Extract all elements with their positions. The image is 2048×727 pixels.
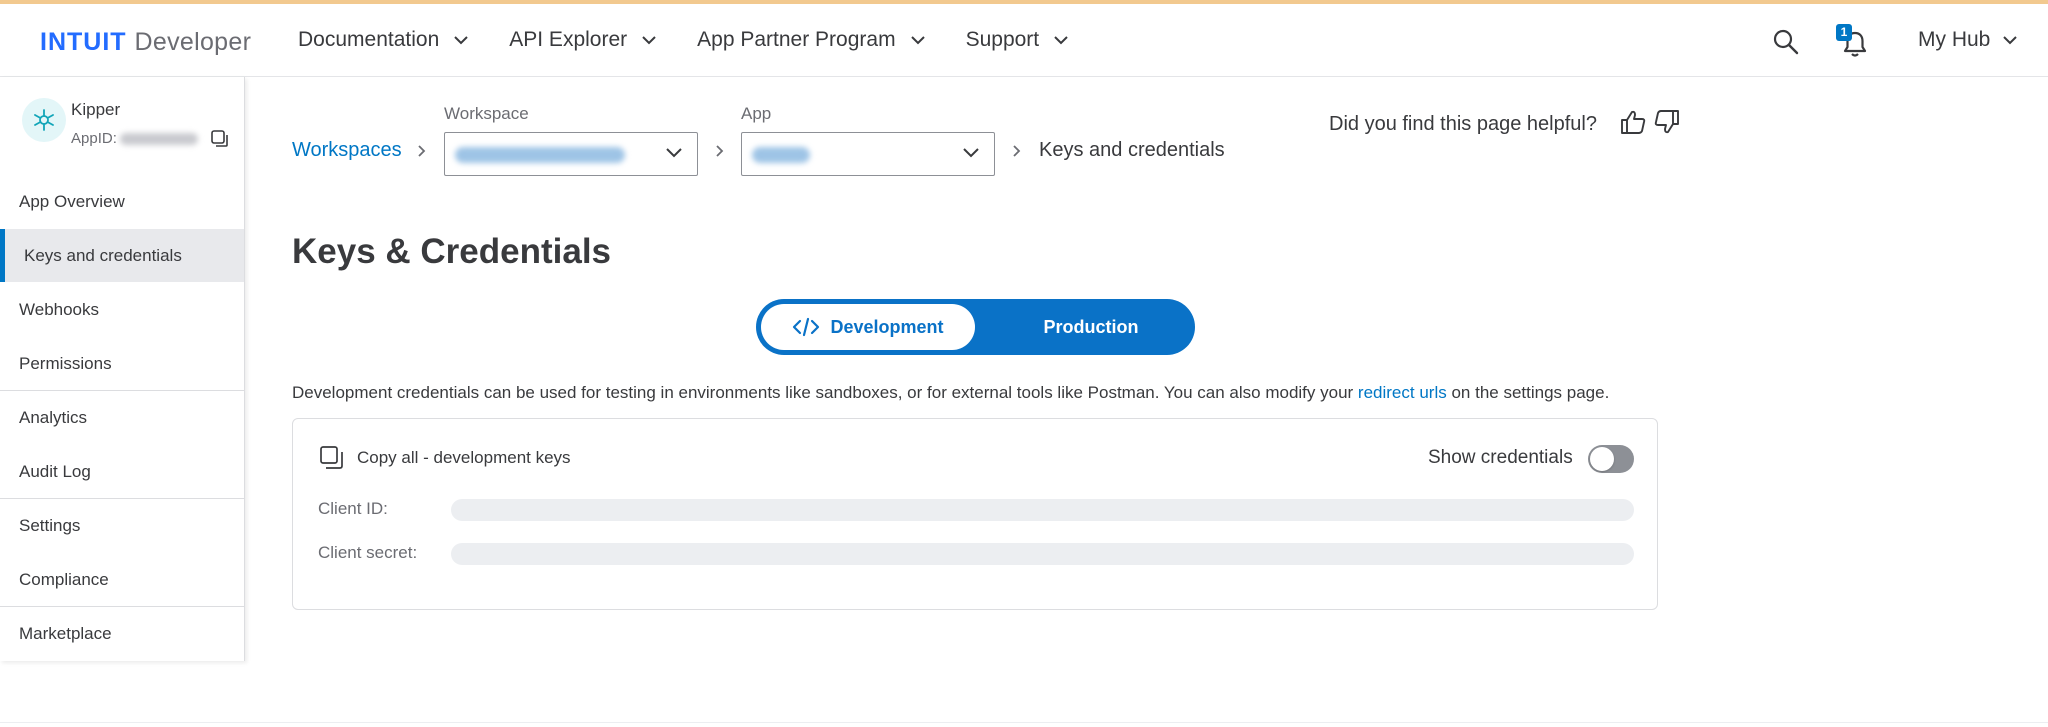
sidebar-item-app-overview[interactable]: App Overview [0,175,244,228]
nav-api-explorer[interactable]: API Explorer [509,28,697,52]
notification-badge: 1 [1836,24,1852,41]
show-credentials-toggle[interactable] [1588,445,1634,473]
app-summary: Kipper AppID: [0,77,244,170]
intuit-developer-logo[interactable]: INTUIT Developer [40,28,251,57]
sidebar-item-webhooks[interactable]: Webhooks [0,283,244,336]
tab-production-label: Production [1043,316,1139,337]
sidebar-item-permissions[interactable]: Permissions [0,337,244,390]
credentials-card: Copy all - development keys Show credent… [292,418,1658,610]
client-id-label: Client ID: [318,499,388,518]
nav-support[interactable]: Support [966,28,1110,52]
sidebar-item-compliance[interactable]: Compliance [0,553,244,606]
tab-production[interactable]: Production [991,304,1191,350]
workspace-field-label: Workspace [444,104,529,123]
chevron-down-icon [641,35,657,45]
nav-app-partner-program[interactable]: App Partner Program [697,28,965,52]
app-sidebar: Kipper AppID: App Overview Keys and cred… [0,77,245,661]
chevron-right-icon [1011,143,1023,159]
main-nav: Documentation API Explorer App Partner P… [298,28,1109,52]
app-field-label: App [741,104,772,123]
copy-all-button[interactable]: Copy all - development keys [319,445,571,471]
logo-intuit-text: INTUIT [40,28,127,56]
workspace-value-redacted [455,147,625,163]
chevron-down-icon [1053,35,1069,45]
app-id-label: AppID: [71,130,117,147]
sidebar-item-audit-log[interactable]: Audit Log [0,445,244,498]
client-id-value-hidden [451,499,1634,521]
sidebar-item-analytics[interactable]: Analytics [0,391,244,444]
footer-divider [0,722,2048,723]
top-header: INTUIT Developer Documentation API Explo… [0,4,2048,77]
notifications-button[interactable]: 1 [1836,24,1870,60]
page-title: Keys & Credentials [292,232,612,271]
redirect-urls-link[interactable]: redirect urls [1358,383,1447,402]
copy-icon[interactable] [210,129,230,149]
chevron-right-icon [416,143,428,159]
app-select[interactable] [741,132,995,176]
copy-icon [320,446,343,469]
sidebar-item-keys-and-credentials[interactable]: Keys and credentials [0,229,244,282]
toggle-knob [1590,447,1614,471]
show-credentials-label: Show credentials [1428,447,1573,468]
helpful-question: Did you find this page helpful? [1329,113,1597,135]
nav-documentation[interactable]: Documentation [298,28,509,52]
nav-label: Documentation [298,28,440,51]
sidebar-item-settings[interactable]: Settings [0,499,244,552]
my-hub-label: My Hub [1918,28,1991,51]
copy-all-label: Copy all - development keys [357,448,571,467]
app-avatar [22,98,66,142]
breadcrumb-current-page: Keys and credentials [1039,139,1225,161]
app-id-redacted [120,133,198,145]
breadcrumb-workspaces-link[interactable]: Workspaces [292,139,402,162]
app-name: Kipper [71,100,121,119]
client-secret-value-hidden [451,543,1634,565]
code-icon [793,317,820,337]
credentials-description: Development credentials can be used for … [292,383,1609,403]
app-value-redacted [752,147,810,163]
workspace-select[interactable] [444,132,698,176]
chevron-down-icon [453,35,469,45]
description-text-end: on the settings page. [1446,383,1610,402]
chevron-down-icon [2002,35,2018,45]
tab-development-label: Development [830,316,944,337]
nav-label: App Partner Program [697,28,896,51]
sidebar-item-marketplace[interactable]: Marketplace [0,607,244,660]
chevron-down-icon [665,146,683,164]
nav-label: Support [965,28,1040,51]
app-network-icon [34,109,54,131]
nav-label: API Explorer [509,28,628,51]
chevron-right-icon [714,143,726,159]
environment-toggle: Development Production [756,299,1195,355]
description-text: Development credentials can be used for … [292,383,1358,402]
thumbs-down-icon[interactable] [1653,108,1681,136]
tab-development[interactable]: Development [761,304,975,350]
thumbs-up-icon[interactable] [1619,108,1647,136]
logo-developer-text: Developer [134,28,252,56]
my-hub-menu[interactable]: My Hub [1918,28,2018,52]
chevron-down-icon [910,35,926,45]
client-secret-label: Client secret: [318,543,418,562]
search-icon[interactable] [1772,28,1800,56]
chevron-down-icon [962,146,980,164]
